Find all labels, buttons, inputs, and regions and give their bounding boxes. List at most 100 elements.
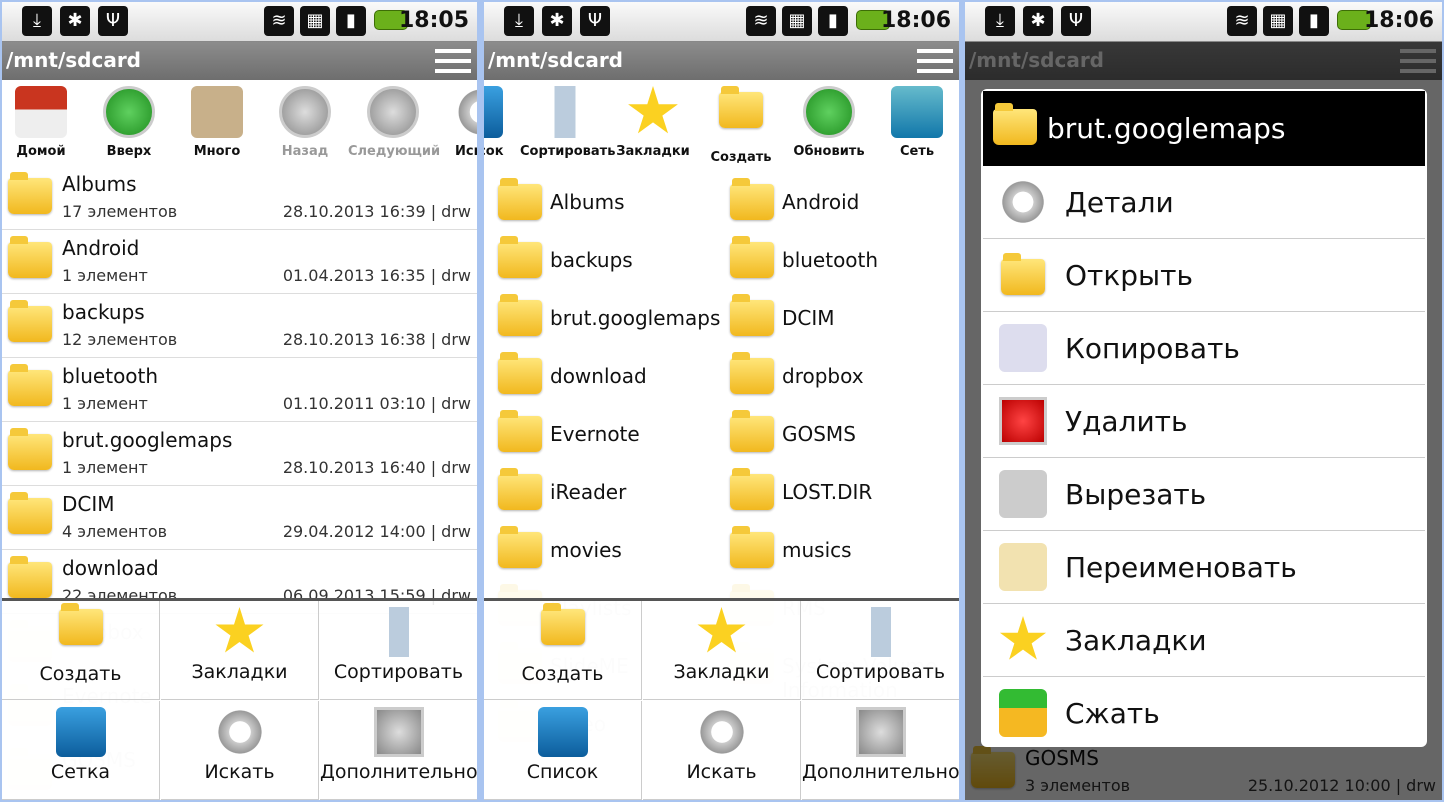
grid-item[interactable]: musics	[716, 522, 946, 580]
menu-item[interactable]: Создать	[484, 601, 642, 700]
context-item[interactable]: Переименовать	[983, 531, 1425, 604]
grid-item[interactable]: dropbox	[716, 348, 946, 406]
menu-item[interactable]: Дополнительно	[320, 701, 477, 800]
clock: 18:06	[880, 8, 951, 33]
context-item-label: Копировать	[1065, 332, 1240, 365]
toolbar-button[interactable]: Список	[484, 84, 522, 159]
toolbar-label: Искать	[455, 144, 477, 159]
list-menu-icon[interactable]	[435, 49, 471, 73]
toolbar-label: Домой	[16, 144, 66, 159]
grid-item[interactable]: DCIM	[716, 290, 946, 348]
toolbar-button[interactable]: Следующий	[348, 84, 440, 159]
folder-name: Android	[782, 190, 860, 214]
list-item[interactable]: bluetooth 1 элемент 01.10.2011 03:10 | drw	[2, 358, 477, 422]
toolbar-button[interactable]: Домой	[2, 84, 86, 159]
grid-item[interactable]: backups	[484, 232, 714, 290]
menu-item[interactable]: Искать	[161, 701, 319, 800]
more-icon	[855, 707, 906, 757]
menu-item[interactable]: Закладки	[161, 601, 319, 700]
modified-date: 28.10.2013 16:38 | drw	[282, 330, 471, 349]
toolbar-button[interactable]: Сортировать	[520, 84, 616, 159]
context-item[interactable]: Копировать	[983, 312, 1425, 385]
folder-name: download	[62, 556, 159, 580]
toolbar-label: Сортировать	[520, 144, 616, 159]
hourglass-icon	[855, 607, 906, 657]
sim-icon: ▦	[782, 6, 812, 36]
toolbar-button[interactable]: Закладки	[608, 84, 698, 159]
toolbar-button[interactable]: Искать	[436, 84, 477, 159]
folder-name: download	[550, 364, 647, 388]
folder-name: musics	[782, 538, 852, 562]
context-item[interactable]: Детали	[983, 166, 1425, 239]
panel-list-view: ⤓ ✱ Ψ ≋ ▦ ▮ 18:05/mnt/sdcard Домой Вверх Много Наз…	[0, 0, 479, 802]
list-menu-icon[interactable]	[917, 49, 953, 73]
new-folder-icon	[715, 86, 767, 144]
usb-icon: Ψ	[1061, 6, 1091, 36]
toolbar-button[interactable]: Много	[172, 84, 262, 159]
menu-item[interactable]: Сортировать	[802, 601, 959, 700]
folder-icon	[498, 526, 542, 568]
menu-item[interactable]: Сортировать	[320, 601, 477, 700]
grid-item[interactable]: download	[484, 348, 714, 406]
folder-name: movies	[550, 538, 622, 562]
context-item[interactable]: Удалить	[983, 385, 1425, 458]
menu-item[interactable]: Создать	[2, 601, 160, 700]
usb-debugging-icon: ✱	[60, 6, 90, 36]
menu-item[interactable]: Сетка	[2, 701, 160, 800]
toolbar-button[interactable]: Создать	[696, 84, 786, 165]
list-item[interactable]: DCIM 4 элементов 29.04.2012 14:00 | drw	[2, 486, 477, 550]
signal-icon: ▮	[336, 6, 366, 36]
toolbar-button[interactable]: Обновить	[784, 84, 874, 159]
list-item[interactable]: backups 12 элементов 28.10.2013 16:38 | dr…	[2, 294, 477, 358]
grid-item[interactable]: movies	[484, 522, 714, 580]
download-notification-icon: ⤓	[22, 6, 52, 36]
grid-item[interactable]: brut.googlemaps	[484, 290, 720, 348]
grid-item[interactable]: LOST.DIR	[716, 464, 946, 522]
network-icon	[891, 86, 943, 138]
sim-icon: ▦	[1263, 6, 1293, 36]
folder-icon	[498, 410, 542, 452]
context-item[interactable]: Открыть	[983, 239, 1425, 312]
star-icon	[215, 607, 264, 653]
clock: 18:05	[398, 8, 469, 33]
grid-item[interactable]: Android	[716, 174, 946, 232]
menu-item[interactable]: Дополнительно	[802, 701, 959, 800]
path-title: /mnt/sdcard	[2, 42, 477, 80]
wifi-icon: ≋	[264, 6, 294, 36]
menu-item[interactable]: Искать	[643, 701, 801, 800]
panel-grid-view: ⤓✱Ψ≋▦▮18:06/mnt/sdcardСписокСортироватьЗ…	[482, 0, 961, 802]
menu-item-label: Искать	[686, 761, 757, 783]
usb-debugging-icon: ✱	[1023, 6, 1053, 36]
menu-item[interactable]: Список	[484, 701, 642, 800]
grid-item[interactable]: Evernote	[484, 406, 714, 464]
toolbar-button[interactable]: Назад	[260, 84, 350, 159]
back-arrow-icon	[279, 86, 331, 138]
list-item[interactable]: Albums 17 элементов 28.10.2013 16:39 | drw	[2, 166, 477, 230]
folder-icon	[993, 103, 1037, 145]
context-item-label: Закладки	[1065, 624, 1207, 657]
menu-item[interactable]: Закладки	[643, 601, 801, 700]
toolbar-button[interactable]: Сеть	[872, 84, 959, 159]
context-item[interactable]: Вырезать	[983, 458, 1425, 531]
folder-icon	[8, 556, 52, 598]
context-item[interactable]: Сжать	[983, 677, 1425, 747]
grid-item[interactable]: Albums	[484, 174, 714, 232]
grid-item[interactable]: iReader	[484, 464, 714, 522]
usb-debugging-icon: ✱	[542, 6, 572, 36]
context-item[interactable]: Закладки	[983, 604, 1425, 677]
list-item[interactable]: brut.googlemaps 1 элемент 28.10.2013 16:40…	[2, 422, 477, 486]
menu-item-label: Закладки	[673, 661, 770, 683]
item-count: 1 элемент	[62, 266, 148, 285]
toolbar-button[interactable]: Вверх	[84, 84, 174, 159]
folder-icon	[498, 352, 542, 394]
menu-item-label: Список	[526, 761, 599, 783]
hourglass-icon	[539, 86, 591, 138]
home-icon	[15, 86, 67, 138]
folder-icon	[730, 352, 774, 394]
grid-item[interactable]: GOSMS	[716, 406, 946, 464]
list-item[interactable]: Android 1 элемент 01.04.2013 16:35 | drw	[2, 230, 477, 294]
modified-date: 28.10.2013 16:40 | drw	[282, 458, 471, 477]
grid-item[interactable]: bluetooth	[716, 232, 946, 290]
folder-name: Android	[62, 236, 140, 260]
folder-icon	[498, 468, 542, 510]
